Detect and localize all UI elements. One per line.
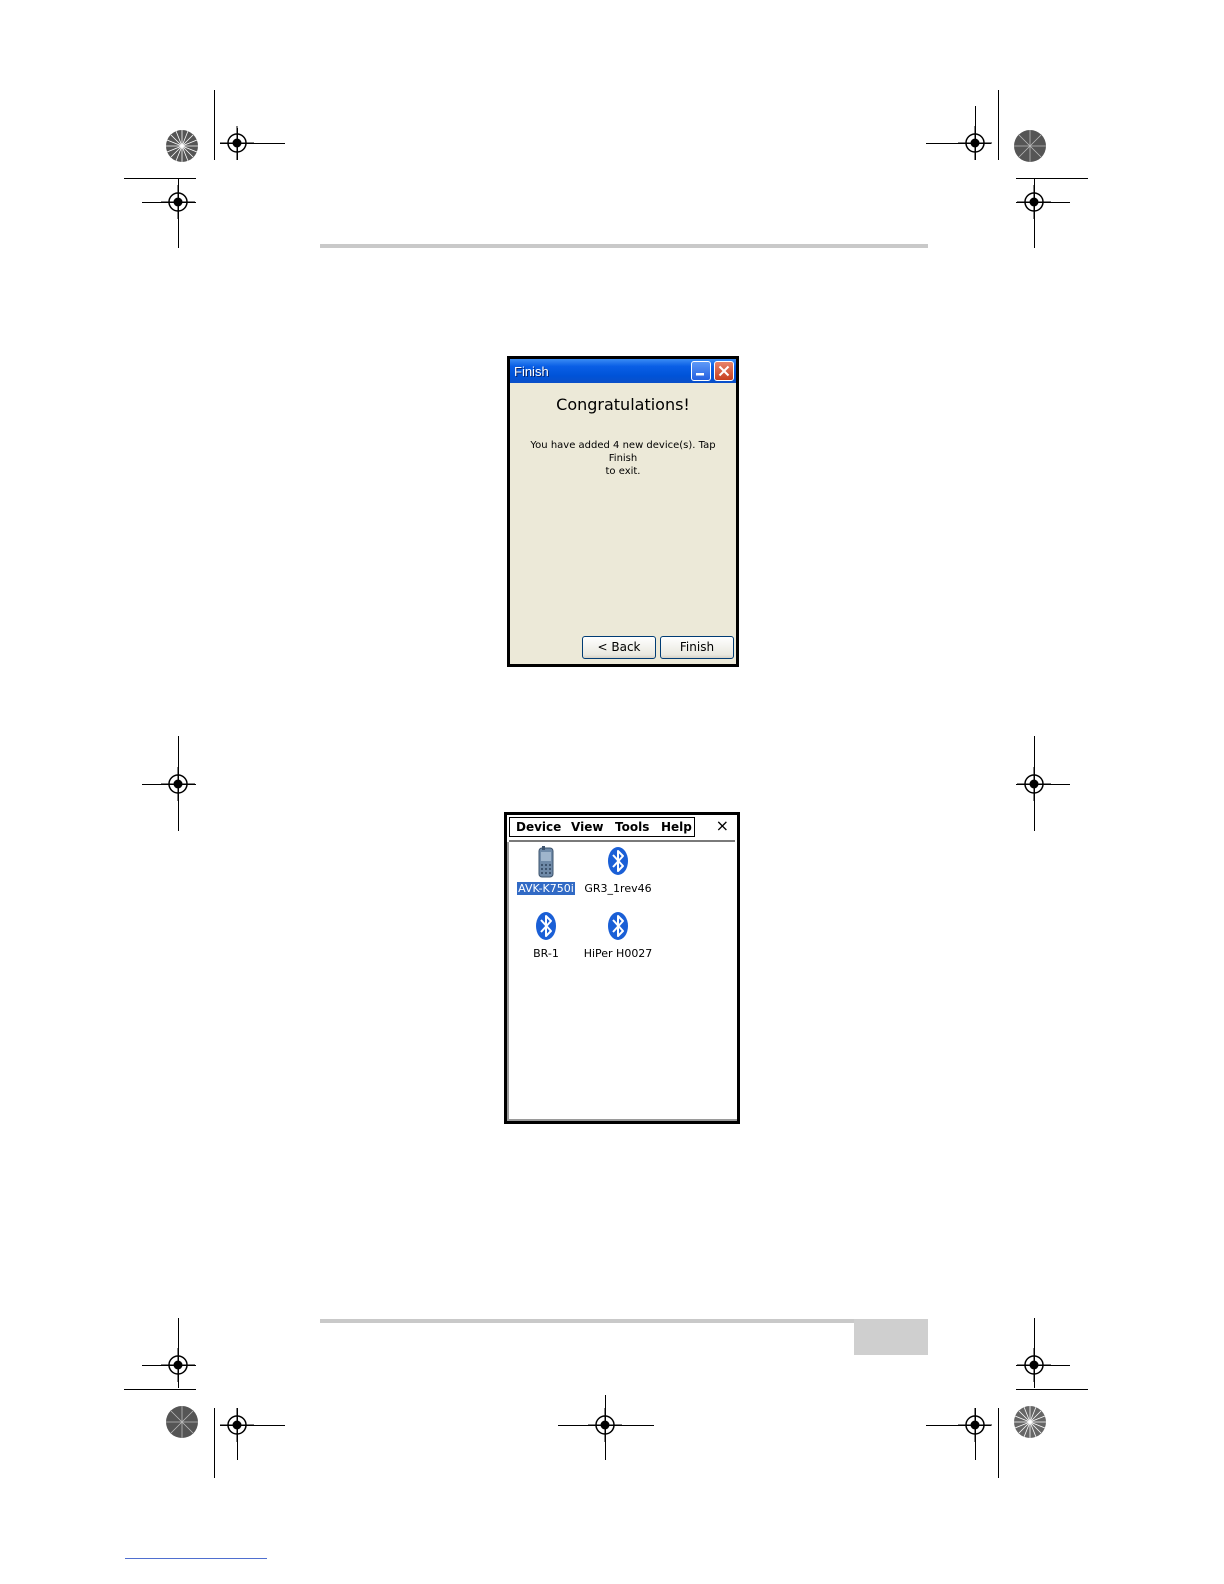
footer-rule [320,1319,855,1323]
finish-button[interactable]: Finish [660,636,734,659]
close-window-button[interactable]: × [716,816,729,835]
window-edge [507,842,509,1121]
menu-separator [509,840,735,842]
menu-device[interactable]: Device [516,820,561,834]
device-label: BR-1 [533,947,559,960]
registration-mark-icon [1017,767,1051,801]
menu-help[interactable]: Help [661,820,692,834]
close-button[interactable] [714,361,734,381]
registration-mark-icon [958,126,992,160]
close-icon [718,365,730,377]
device-item[interactable]: BR-1 [511,911,581,961]
congratulations-heading: Congratulations! [556,395,690,414]
registration-mark-icon [161,767,195,801]
registration-mark-icon [958,1408,992,1442]
dialog-title: Finish [514,364,549,379]
menu-view[interactable]: View [571,820,603,834]
device-label: GR3_1rev46 [584,882,652,895]
minimize-icon [696,373,704,376]
device-label: AVK-K750i [511,882,581,895]
registration-mark-icon [1017,1348,1051,1382]
finish-dialog-body: Finish Congratulations! You have added 4… [510,359,736,664]
registration-mark-icon [1017,185,1051,219]
back-button[interactable]: < Back [582,636,656,659]
device-item[interactable]: AVK-K750i [511,846,581,896]
phone-icon [538,846,554,878]
bluetooth-icon [608,912,628,940]
device-item[interactable]: HiPer H0027 [583,911,653,961]
message-line: You have added 4 new device(s). Tap Fini… [530,440,716,464]
footer-link-underline [125,1558,267,1559]
registration-mark-icon [588,1408,622,1442]
device-item[interactable]: GR3_1rev46 [583,846,653,896]
registration-mark-icon [220,126,254,160]
menu-bar: Device View Tools Help [509,817,695,837]
print-wheel-icon [166,130,198,162]
page-number-tab [854,1319,928,1355]
print-wheel-icon [1014,1406,1046,1438]
registration-mark-icon [161,1348,195,1382]
finish-dialog: Finish Congratulations! You have added 4… [507,356,739,667]
device-label-text: AVK-K750i [517,882,575,895]
window-edge [507,1119,737,1121]
bluetooth-manager-window: Device View Tools Help × AVK-K750i GR3_1… [504,812,740,1124]
header-rule [320,244,928,248]
bluetooth-icon [608,847,628,875]
print-wheel-icon [166,1406,198,1438]
bluetooth-icon [536,912,556,940]
minimize-button[interactable] [691,361,711,381]
bluetooth-manager-body: Device View Tools Help × AVK-K750i GR3_1… [507,815,737,1121]
dialog-titlebar: Finish [510,359,736,383]
print-wheel-icon [1014,130,1046,162]
registration-mark-icon [220,1408,254,1442]
message-line: to exit. [605,466,641,477]
device-label: HiPer H0027 [583,947,653,960]
completion-message: You have added 4 new device(s). Tap Fini… [520,439,726,478]
menu-tools[interactable]: Tools [615,820,649,834]
registration-mark-icon [161,185,195,219]
